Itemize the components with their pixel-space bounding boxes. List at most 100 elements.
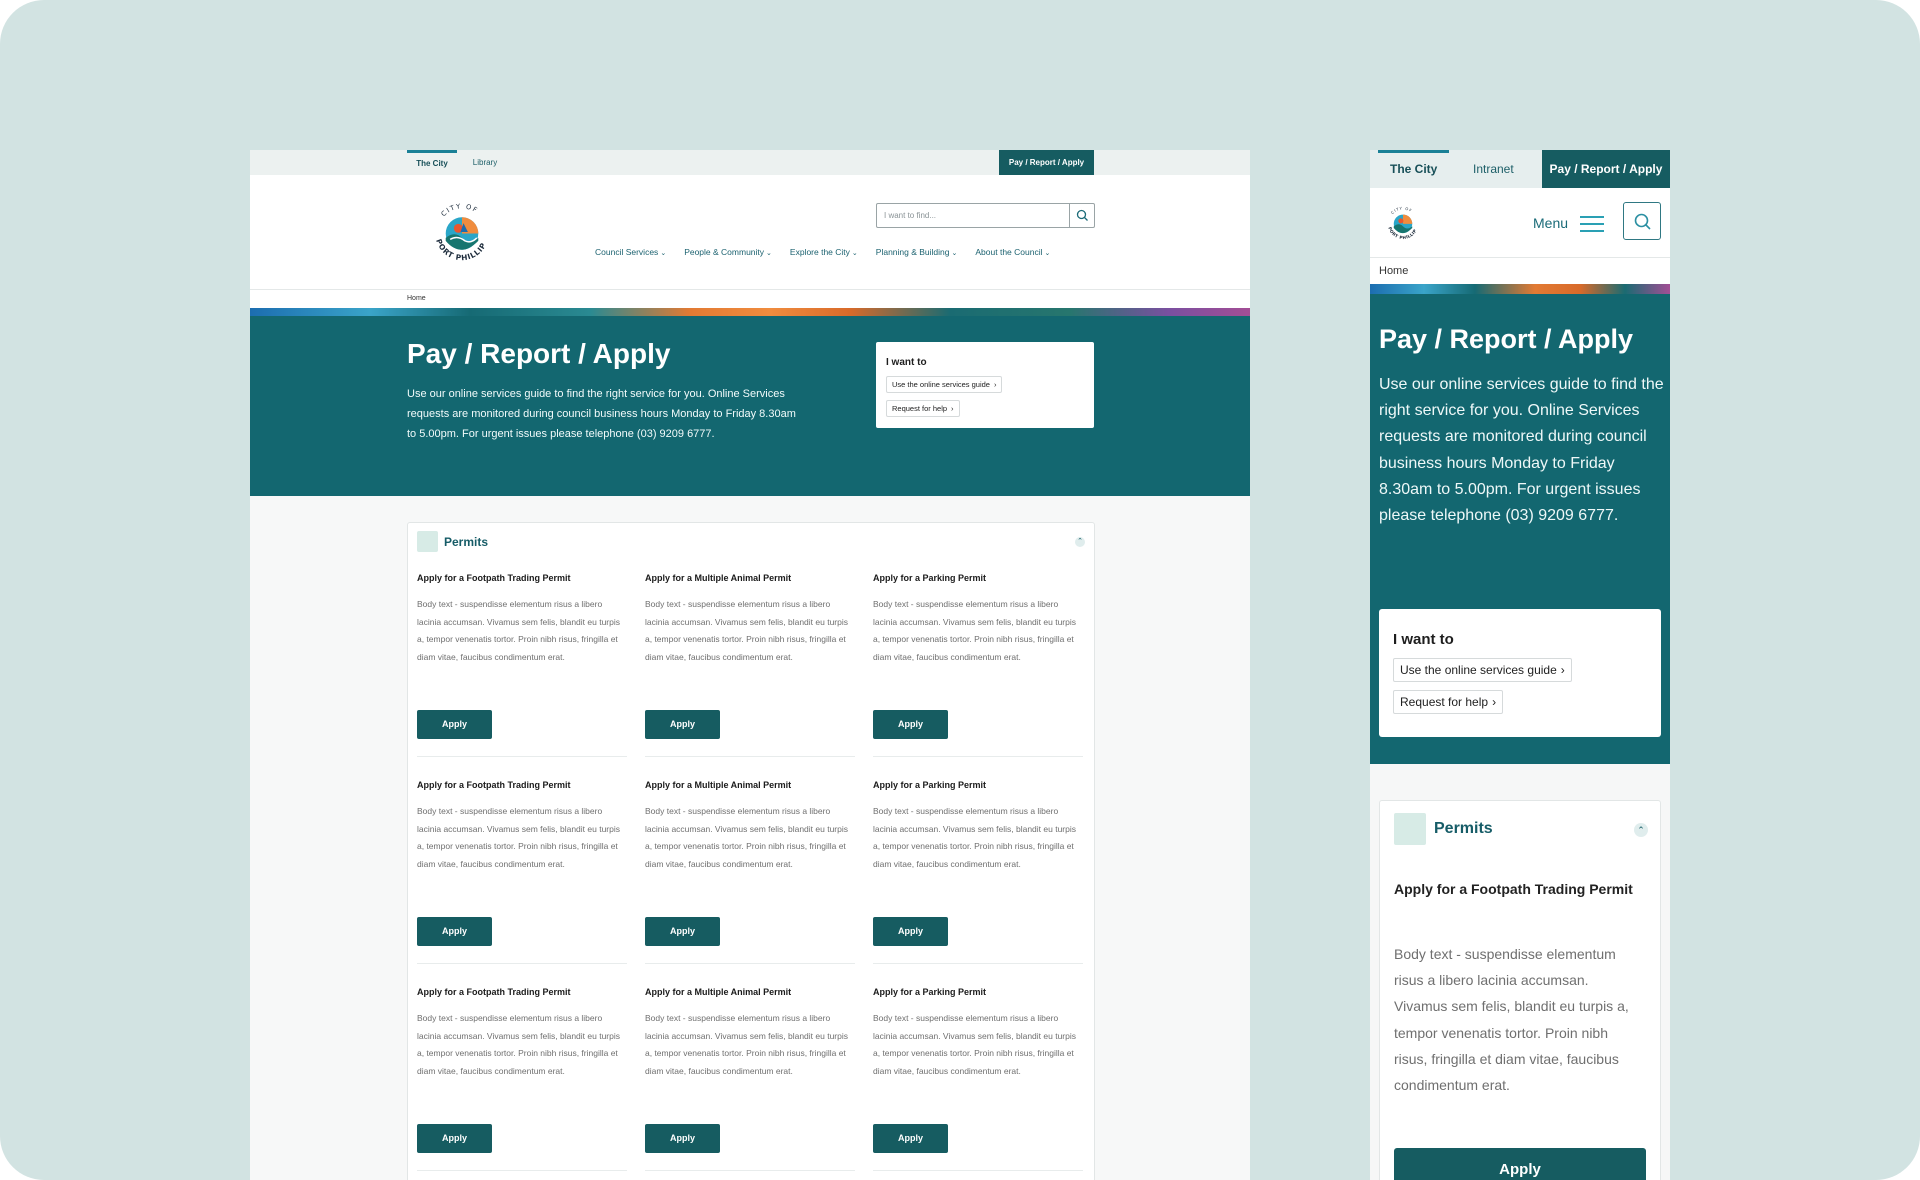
hamburger-icon[interactable] (1580, 216, 1604, 234)
breadcrumb: Home (250, 290, 1250, 308)
request-for-help-link[interactable]: Request for help › (1393, 690, 1504, 714)
site-header: CITY OF PORT PHILLIP Menu (1370, 188, 1670, 258)
chevron-down-icon: ⌄ (1044, 250, 1051, 257)
decorative-stripe (250, 308, 1250, 316)
chevron-down-icon: ⌄ (851, 250, 858, 257)
i-want-to-box: I want to Use the online services guide ›… (876, 342, 1094, 428)
nav-label: Council Services (595, 247, 659, 257)
nav-council-services[interactable]: Council Services ⌄ (595, 247, 666, 257)
apply-button[interactable]: Apply (873, 1124, 948, 1153)
permit-body: Body text - suspendisse elementum risus … (873, 806, 1076, 869)
tab-the-city[interactable]: The City (1378, 150, 1450, 188)
nav-people-community[interactable]: People & Community ⌄ (684, 247, 772, 257)
permit-title: Apply for a Footpath Trading Permit (417, 573, 571, 583)
tab-intranet[interactable]: Intranet (1473, 150, 1514, 188)
divider (645, 756, 855, 757)
search-button[interactable] (1623, 202, 1661, 240)
search-icon (1076, 209, 1088, 221)
permit-card: Apply for a Footpath Trading Permit Body… (417, 987, 627, 1171)
site-header: CITY OF PORT PHILLIP I want to find... C… (250, 175, 1250, 290)
permit-body: Body text - suspendisse elementum risus … (417, 806, 620, 869)
search-input[interactable]: I want to find... (884, 211, 936, 220)
port-phillip-logo[interactable]: CITY OF PORT PHILLIP (1382, 202, 1424, 244)
pay-report-apply-button[interactable]: Pay / Report / Apply (1542, 150, 1670, 188)
link-label: Use the online services guide (1400, 663, 1557, 677)
main-content: Permits ⌃ Apply for a Footpath Trading P… (250, 496, 1250, 1180)
apply-button[interactable]: Apply (1394, 1148, 1646, 1180)
nav-explore-the-city[interactable]: Explore the City ⌄ (790, 247, 858, 257)
divider (645, 1170, 855, 1171)
hero-description: Use our online services guide to find th… (1379, 376, 1664, 525)
apply-button[interactable]: Apply (417, 710, 492, 739)
permits-accordion: Permits ⌃ Apply for a Footpath Trading P… (407, 522, 1095, 1180)
nav-planning-building[interactable]: Planning & Building ⌄ (876, 247, 958, 257)
breadcrumb-home[interactable]: Home (407, 295, 426, 302)
permit-card: Apply for a Footpath Trading Permit Body… (417, 780, 627, 964)
search-button[interactable] (1069, 204, 1094, 227)
apply-button[interactable]: Apply (873, 710, 948, 739)
apply-button[interactable]: Apply (645, 710, 720, 739)
divider (417, 756, 627, 757)
chevron-right-icon: › (1492, 695, 1497, 709)
nav-about-the-council[interactable]: About the Council ⌄ (975, 247, 1050, 257)
permit-body: Body text - suspendisse elementum risus … (1394, 946, 1629, 1094)
chevron-down-icon: ⌄ (660, 250, 667, 257)
hero-banner: Pay / Report / Apply Use our online serv… (250, 316, 1250, 496)
permit-title: Apply for a Parking Permit (873, 780, 987, 790)
pay-report-apply-button[interactable]: Pay / Report / Apply (999, 150, 1094, 175)
permit-title: Apply for a Multiple Animal Permit (645, 573, 792, 583)
port-phillip-logo[interactable]: CITY OF PORT PHILLIP (425, 195, 499, 269)
apply-button[interactable]: Apply (645, 917, 720, 946)
utility-bar: The City Intranet Pay / Report / Apply (1370, 150, 1670, 188)
request-for-help-link[interactable]: Request for help › (886, 400, 960, 417)
apply-button[interactable]: Apply (417, 1124, 492, 1153)
permit-title: Apply for a Parking Permit (873, 573, 987, 583)
permit-title: Apply for a Parking Permit (873, 987, 987, 997)
permit-title: Apply for a Footpath Trading Permit (417, 987, 571, 997)
chevron-right-icon: › (993, 380, 997, 389)
apply-button[interactable]: Apply (873, 917, 948, 946)
search-box[interactable]: I want to find... (876, 203, 1095, 228)
permit-body: Body text - suspendisse elementum risus … (645, 1013, 848, 1076)
online-services-guide-link[interactable]: Use the online services guide › (1393, 658, 1572, 682)
divider (417, 1170, 627, 1171)
mobile-mockup: The City Intranet Pay / Report / Apply C… (1370, 150, 1670, 1180)
divider (873, 963, 1083, 964)
breadcrumb-home[interactable]: Home (1379, 265, 1408, 277)
chevron-up-icon[interactable]: ⌃ (1075, 537, 1085, 547)
permit-card: Apply for a Footpath Trading Permit Body… (417, 573, 627, 757)
permit-title: Apply for a Multiple Animal Permit (645, 987, 792, 997)
permit-body: Body text - suspendisse elementum risus … (417, 599, 620, 662)
section-title: Permits (1434, 820, 1493, 837)
breadcrumb: Home (1370, 258, 1670, 284)
apply-button[interactable]: Apply (417, 917, 492, 946)
accordion-header[interactable]: Permits (1394, 813, 1493, 845)
permit-body: Body text - suspendisse elementum risus … (873, 599, 1076, 662)
svg-text:CITY OF: CITY OF (1390, 205, 1413, 215)
menu-label[interactable]: Menu (1533, 215, 1568, 231)
chevron-right-icon: › (951, 404, 954, 413)
divider (417, 963, 627, 964)
tab-library[interactable]: Library (465, 150, 505, 175)
accordion-header[interactable]: Permits (417, 531, 488, 552)
nav-label: Explore the City (789, 247, 850, 257)
i-want-to-title: I want to (1393, 631, 1454, 648)
nav-label: People & Community (684, 247, 765, 257)
chevron-right-icon: › (1560, 663, 1565, 677)
permit-body: Body text - suspendisse elementum risus … (417, 1013, 620, 1076)
page-title: Pay / Report / Apply (1379, 324, 1634, 354)
permit-title: Apply for a Multiple Animal Permit (645, 780, 792, 790)
chevron-up-icon[interactable]: ⌃ (1634, 823, 1648, 837)
utility-bar: The City Library Pay / Report / Apply (250, 150, 1250, 175)
presentation-canvas: The City Library Pay / Report / Apply CI… (0, 0, 1920, 1180)
divider (873, 1170, 1083, 1171)
online-services-guide-link[interactable]: Use the online services guide › (886, 376, 1003, 393)
divider (645, 963, 855, 964)
tab-the-city[interactable]: The City (407, 150, 457, 175)
permit-title: Apply for a Footpath Trading Permit (417, 780, 571, 790)
permit-card: Apply for a Parking Permit Body text - s… (873, 780, 1083, 964)
svg-text:CITY OF: CITY OF (440, 202, 480, 218)
permit-body: Body text - suspendisse elementum risus … (645, 806, 848, 869)
permit-card: Apply for a Multiple Animal Permit Body … (645, 573, 855, 757)
apply-button[interactable]: Apply (645, 1124, 720, 1153)
